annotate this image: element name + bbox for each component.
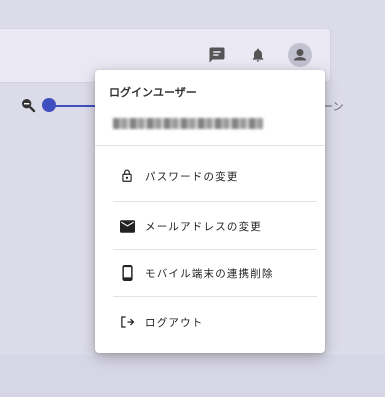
menu-header: ログインユーザー <box>109 86 197 99</box>
menu-item-label: パスワードの変更 <box>145 170 239 183</box>
logout-item[interactable]: ログアウト <box>95 299 325 345</box>
zoom-slider[interactable] <box>20 98 100 114</box>
zoom-out-icon[interactable] <box>20 97 36 117</box>
username-redacted <box>113 118 263 129</box>
menu-item-label: メールアドレスの変更 <box>145 220 262 233</box>
slider-track[interactable] <box>48 105 100 107</box>
background-label: ーン <box>322 100 344 113</box>
menu-item-label: ログアウト <box>145 316 204 329</box>
background-panel <box>0 355 385 397</box>
lock-icon <box>119 168 135 184</box>
logout-icon <box>119 314 135 330</box>
unlink-mobile-item[interactable]: モバイル端末の連携削除 <box>95 250 325 296</box>
mail-icon <box>119 218 135 234</box>
menu-divider <box>113 201 317 202</box>
menu-divider <box>113 296 317 297</box>
change-password-item[interactable]: パスワードの変更 <box>95 153 325 199</box>
feedback-icon[interactable] <box>205 43 229 67</box>
bell-icon[interactable] <box>246 43 270 67</box>
account-icon[interactable] <box>288 43 312 67</box>
menu-item-label: モバイル端末の連携削除 <box>145 267 274 280</box>
mobile-icon <box>119 265 135 281</box>
user-menu: ログインユーザー パスワードの変更 メールアドレスの変更 モバイル端末の連携削除… <box>95 70 325 353</box>
menu-divider <box>95 145 325 146</box>
change-email-item[interactable]: メールアドレスの変更 <box>95 203 325 249</box>
